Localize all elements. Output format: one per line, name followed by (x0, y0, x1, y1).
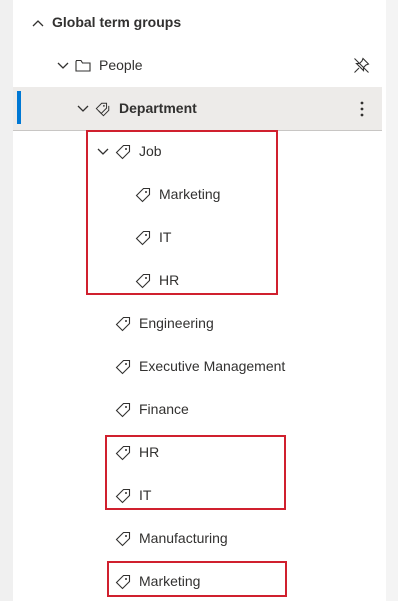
tag-icon (135, 173, 151, 216)
more-options-icon[interactable] (354, 87, 370, 130)
tree-item-label: Marketing (139, 573, 201, 589)
tree-item-job-hr[interactable]: HR (13, 259, 382, 302)
scrollbar-track[interactable] (386, 0, 398, 601)
tree-item-global-term-groups[interactable]: Global term groups (13, 1, 382, 44)
tree-item-hr[interactable]: HR (13, 431, 382, 474)
chevron-down-icon[interactable] (55, 44, 71, 87)
tag-icon (115, 130, 131, 173)
tags-icon (95, 87, 111, 130)
tag-icon (115, 560, 131, 603)
tree-item-label: IT (159, 229, 172, 245)
selection-indicator (17, 91, 21, 124)
tree-item-engineering[interactable]: Engineering (13, 302, 382, 345)
tree-item-label: Engineering (139, 315, 214, 331)
tag-icon (115, 345, 131, 388)
tree-item-label: Executive Management (139, 358, 286, 374)
term-store-tree: Global term groups People Department Job… (13, 0, 386, 601)
tree-item-department[interactable]: Department (13, 87, 382, 131)
chevron-down-icon[interactable] (95, 130, 111, 173)
tree-item-marketing[interactable]: Marketing (13, 560, 382, 603)
folder-icon (75, 44, 91, 87)
tree-item-label: IT (139, 487, 152, 503)
tag-icon (115, 517, 131, 560)
unpin-icon[interactable] (352, 44, 370, 87)
tree-item-it[interactable]: IT (13, 474, 382, 517)
tree-item-manufacturing[interactable]: Manufacturing (13, 517, 382, 560)
tree-item-job[interactable]: Job (13, 130, 382, 173)
tree-item-label: Manufacturing (139, 530, 228, 546)
left-gutter (0, 0, 13, 601)
tree-item-label: Marketing (159, 186, 221, 202)
tree-item-label: Job (139, 143, 162, 159)
tag-icon (115, 302, 131, 345)
tree-item-executive-management[interactable]: Executive Management (13, 345, 382, 388)
tree-item-label: Finance (139, 401, 189, 417)
tag-icon (115, 431, 131, 474)
tag-icon (115, 474, 131, 517)
tree-item-finance[interactable]: Finance (13, 388, 382, 431)
tree-item-label: Global term groups (52, 14, 182, 30)
tag-icon (135, 259, 151, 302)
tree-item-people[interactable]: People (13, 44, 382, 87)
chevron-down-icon[interactable] (75, 87, 91, 130)
tree-item-label: HR (139, 444, 160, 460)
chevron-up-icon[interactable] (30, 1, 46, 44)
tree-item-label: HR (159, 272, 180, 288)
tree-item-label: Department (119, 100, 197, 116)
tree-item-label: People (99, 57, 143, 73)
tree-item-job-it[interactable]: IT (13, 216, 382, 259)
tag-icon (115, 388, 131, 431)
tree-item-job-marketing[interactable]: Marketing (13, 173, 382, 216)
tag-icon (135, 216, 151, 259)
